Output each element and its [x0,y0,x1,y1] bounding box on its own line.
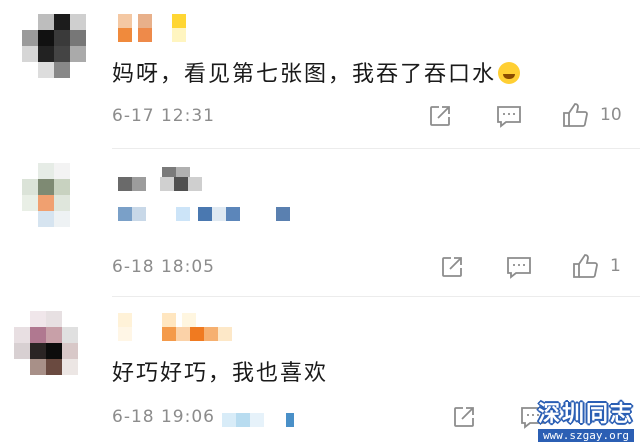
username-blurred-row2 [118,177,202,191]
like-count: 10 [600,105,622,125]
like-icon [563,103,588,127]
reply-button[interactable] [496,104,522,128]
comment-text: 好巧好巧，我也喜欢 [112,361,329,386]
like-count: 1 [610,256,621,276]
username-blurred-row2 [118,28,186,42]
comment-icon [497,106,521,128]
avatar[interactable] [14,311,78,375]
share-button[interactable] [440,255,464,279]
username-blurred-row2 [118,327,232,341]
username-blurred[interactable] [118,14,186,28]
comment-text-blurred [118,207,290,221]
blurred-overlay [222,413,294,427]
reply-button[interactable] [506,255,532,279]
share-icon [430,106,450,126]
comment-time: 6-18 18:05 [112,257,215,277]
share-button[interactable] [428,104,452,128]
share-icon [454,407,474,427]
avatar[interactable] [22,14,86,78]
share-button[interactable] [452,405,476,429]
avatar[interactable] [22,163,86,227]
laughing-crying-emoji-icon [498,62,521,84]
share-icon [442,257,462,277]
comment-text: 妈呀，看见第七张图，我吞了吞口水 [112,56,521,88]
watermark-title: 深圳同志 [537,402,634,427]
comment-time: 6-17 12:31 [112,106,215,126]
watermark-logo: 深圳同志 www.szgay.org [537,396,634,442]
comment-item: 妈呀，看见第七张图，我吞了吞口水 6-17 12:31 10 [0,0,640,148]
comment-time: 6-18 19:06 [112,407,215,427]
like-button[interactable]: 1 [572,253,621,279]
comment-icon [507,257,531,279]
like-icon [573,254,598,278]
like-button[interactable]: 10 [562,102,622,128]
username-blurred[interactable] [118,313,196,327]
comment-item: 6-18 18:05 1 [0,149,640,296]
watermark-url: www.szgay.org [537,429,634,442]
